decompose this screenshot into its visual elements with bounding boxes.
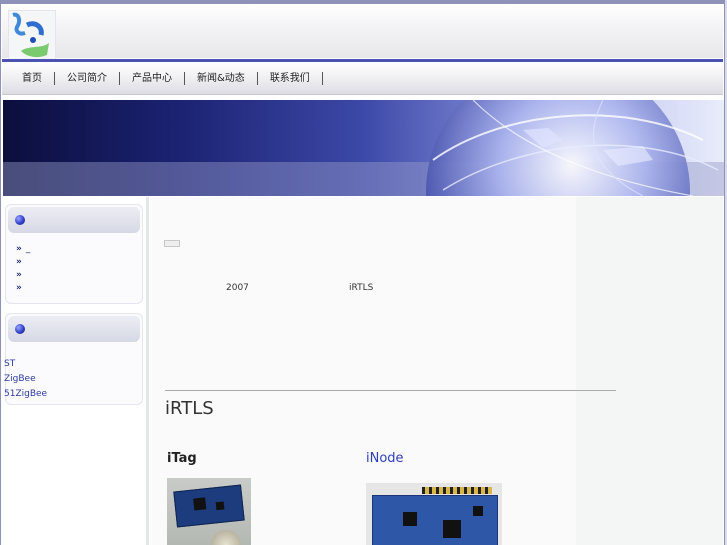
sidebar-item-label: _ [25,244,31,254]
nav-item-about[interactable]: 公司简介 [55,71,120,85]
section-title: iRTLS [165,398,214,419]
raquo-icon: » [16,283,22,293]
product-title-inode[interactable]: iNode [366,451,404,466]
coin-icon [211,530,241,545]
sidebar-links: ST ZigBee 51ZigBee [4,357,47,402]
orb-bullet-icon [15,215,25,225]
nav-item-contact[interactable]: 联系我们 [258,71,323,85]
sidebar-box-categories: » _ » » » [5,204,143,304]
globe-graphic [426,100,719,196]
sidebar-link-st[interactable]: ST [4,357,47,372]
logo-icon [12,12,49,58]
raquo-icon: » [16,270,22,280]
sidebar-item[interactable]: » [16,256,142,269]
hero-banner [3,100,724,196]
pin-header [422,487,492,494]
circuit-board [173,484,245,528]
right-column [576,197,723,545]
main-nav: 首页 公司简介 产品中心 新闻&动态 联系我们 [2,62,723,95]
brand-text: iRTLS [349,283,374,293]
sidebar-box-header [8,207,140,233]
sidebar-item[interactable]: » [16,269,142,282]
small-button[interactable] [164,240,180,247]
nav-item-news[interactable]: 新闻&动态 [185,71,258,85]
sidebar-item[interactable]: » _ [16,243,142,256]
nav-item-home[interactable]: 首页 [10,71,55,85]
site-header [2,4,723,62]
raquo-icon: » [16,244,22,254]
nav-item-products[interactable]: 产品中心 [120,71,185,85]
circuit-board [372,495,498,545]
sidebar-item[interactable]: » [16,282,142,295]
sidebar-box-header [8,316,140,342]
year-text: 2007 [226,283,249,293]
content-divider [165,390,616,391]
sidebar-list: » _ » » » [6,235,142,299]
sidebar-link-zigbee[interactable]: ZigBee [4,372,47,387]
product-image-inode[interactable] [366,483,502,545]
product-title-itag: iTag [167,451,197,466]
raquo-icon: » [16,257,22,267]
column-divider [146,197,149,545]
company-logo[interactable] [8,10,56,62]
orb-bullet-icon [15,324,25,334]
product-image-itag[interactable] [167,478,251,545]
sidebar-link-51zigbee[interactable]: 51ZigBee [4,387,47,402]
